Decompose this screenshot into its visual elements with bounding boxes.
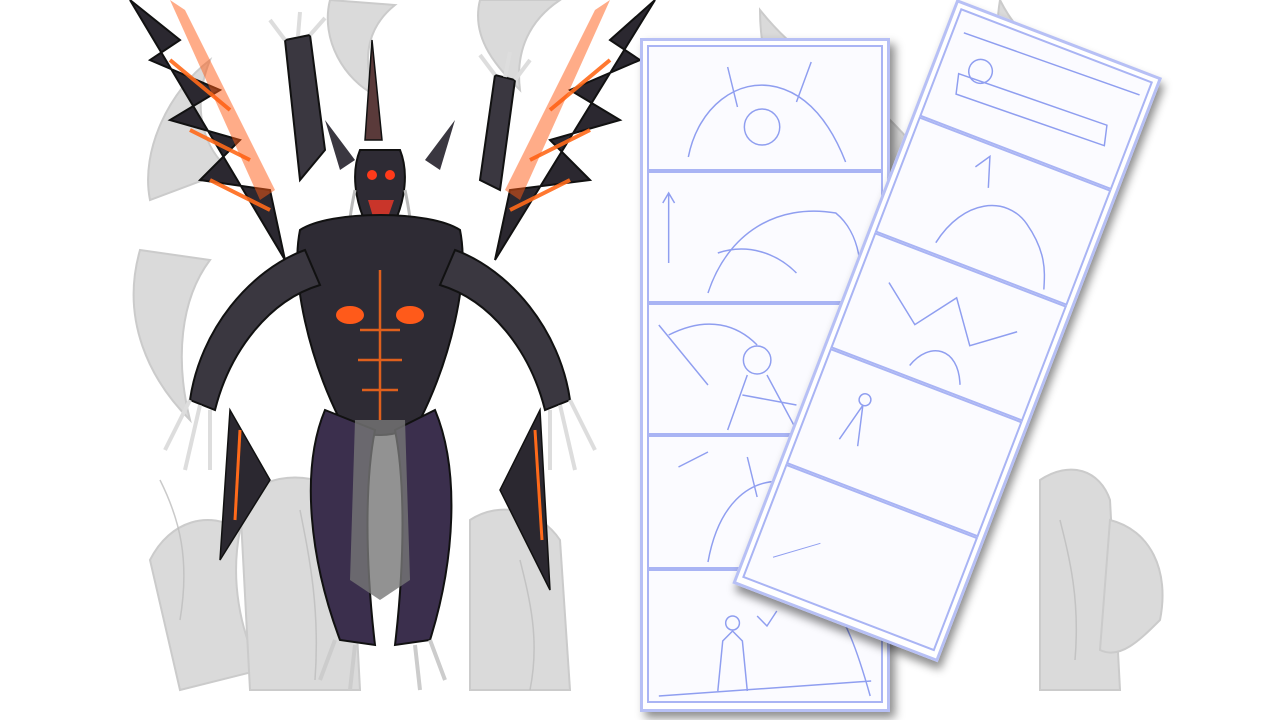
demon-illustration [129, 0, 656, 691]
storyboard-panel [647, 45, 883, 171]
right-wing [494, 0, 656, 261]
artwork-canvas [0, 0, 1280, 720]
left-wing [129, 0, 286, 261]
